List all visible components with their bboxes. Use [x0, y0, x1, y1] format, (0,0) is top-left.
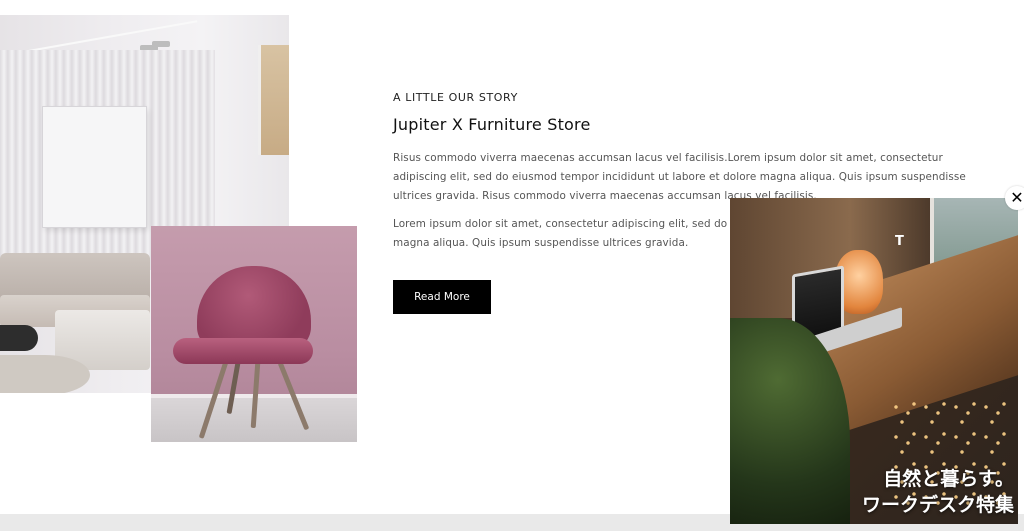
close-icon[interactable]: ✕ [1005, 186, 1024, 210]
ad-logo: T [895, 234, 904, 249]
chair-seat [173, 338, 313, 364]
coffee-table [0, 325, 38, 351]
rug [0, 355, 90, 393]
section-title: Jupiter X Furniture Store [393, 115, 591, 134]
popup-ad[interactable]: T 自然と暮らす。 ワークデスク特集 [730, 198, 1018, 524]
pink-chair-image [151, 226, 357, 442]
ad-headline-line-1: 自然と暮らす。 [883, 468, 1014, 490]
ad-headline-line-2: ワークデスク特集 [861, 494, 1014, 516]
wooden-door [258, 45, 289, 155]
read-more-button[interactable]: Read More [393, 280, 491, 314]
section-kicker: A LITTLE OUR STORY [393, 91, 518, 104]
blank-canvas-frame [43, 107, 146, 227]
ad-headline: 自然と暮らす。 ワークデスク特集 [862, 466, 1014, 518]
ceiling-spotlight [152, 41, 170, 47]
